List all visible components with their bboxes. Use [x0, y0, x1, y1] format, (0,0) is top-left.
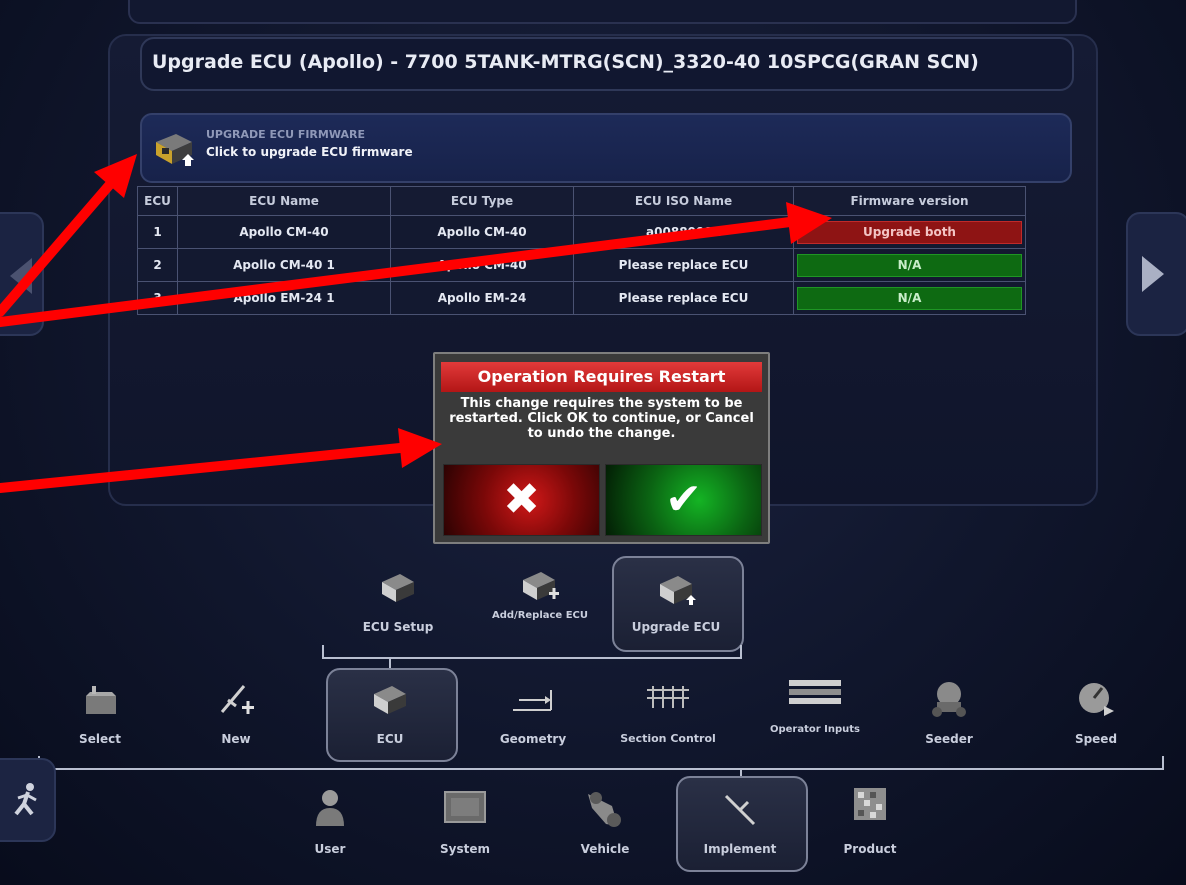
annotation-arrow-to-firmware-cell: [0, 202, 832, 327]
annotation-arrow-to-upgrade-icon: [0, 154, 137, 317]
annotation-overlay: [0, 154, 832, 493]
annotation-arrow-to-dialog-message: [0, 428, 442, 493]
